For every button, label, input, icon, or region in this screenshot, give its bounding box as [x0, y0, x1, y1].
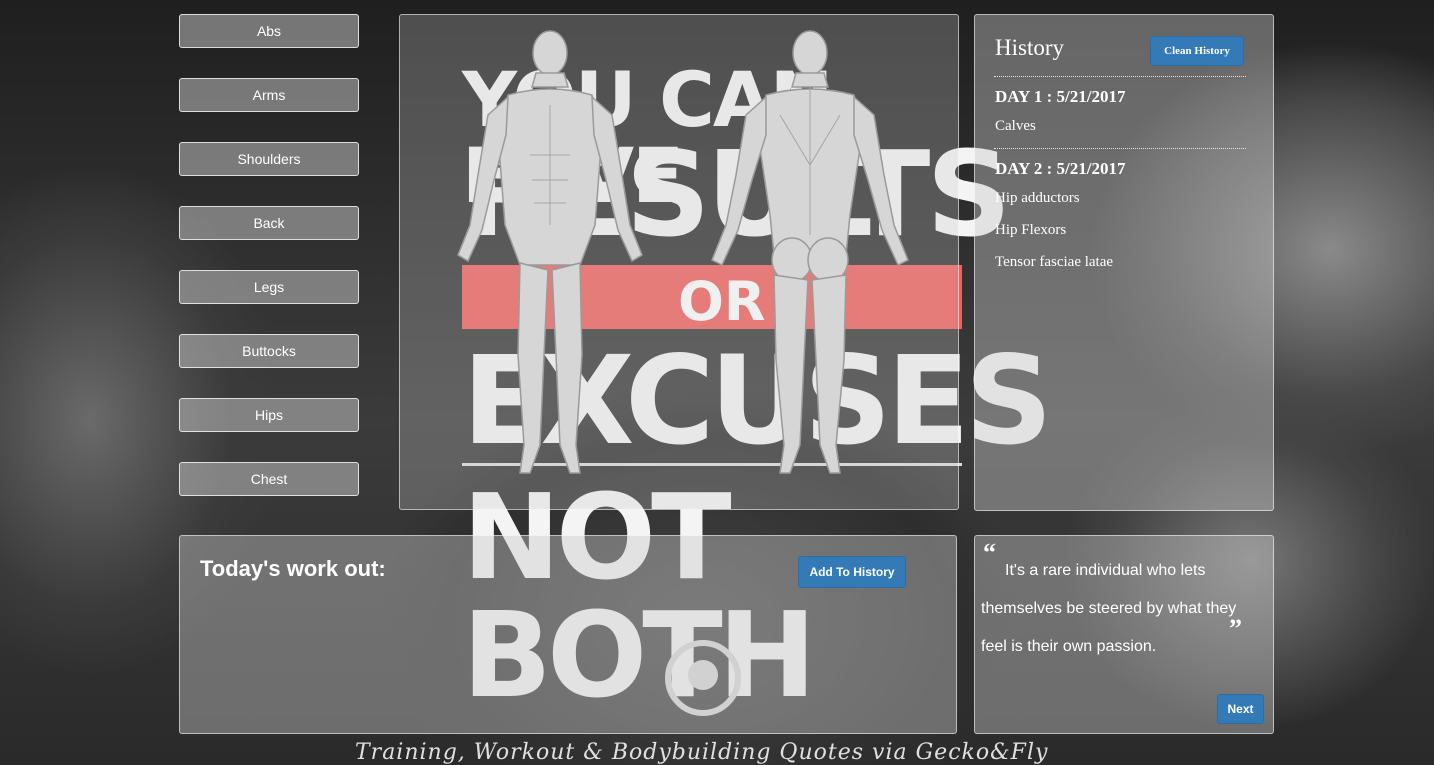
clean-history-button[interactable]: Clean History: [1150, 36, 1244, 66]
history-day-title: DAY 2 : 5/21/2017: [995, 159, 1126, 178]
muscle-button-chest[interactable]: Chest: [179, 462, 359, 496]
divider: [994, 76, 1246, 77]
next-quote-button[interactable]: Next: [1217, 694, 1264, 724]
workout-title: Today's work out:: [200, 556, 386, 581]
divider: [994, 148, 1246, 149]
close-quote-icon: ”: [1229, 614, 1242, 643]
history-title: History: [995, 35, 1064, 60]
anatomy-front-figure[interactable]: [430, 25, 670, 495]
history-day-title: DAY 1 : 5/21/2017: [995, 87, 1126, 106]
muscle-button-shoulders[interactable]: Shoulders: [179, 142, 359, 176]
history-item: Hip Flexors: [995, 222, 1067, 238]
history-panel: History Clean History DAY 1 : 5/21/2017 …: [974, 14, 1274, 511]
history-item: Calves: [995, 118, 1036, 134]
muscle-button-arms[interactable]: Arms: [179, 78, 359, 112]
todays-workout-panel: Today's work out: Add To History: [179, 535, 957, 734]
muscle-button-abs[interactable]: Abs: [179, 14, 359, 48]
history-item: Tensor fasciae latae: [995, 254, 1114, 270]
anatomy-back-figure[interactable]: [690, 25, 930, 495]
muscle-button-back[interactable]: Back: [179, 206, 359, 240]
quote-text: It's a rare individual who lets themselv…: [981, 562, 1237, 655]
muscle-button-hips[interactable]: Hips: [179, 398, 359, 432]
add-to-history-button[interactable]: Add To History: [798, 556, 906, 588]
history-item: Hip adductors: [995, 190, 1080, 206]
muscle-button-buttocks[interactable]: Buttocks: [179, 334, 359, 368]
quote-credit: Training, Workout & Bodybuilding Quotes …: [355, 740, 1049, 765]
quote-panel: “ It's a rare individual who lets themse…: [974, 535, 1274, 734]
anatomy-panel: [399, 14, 959, 510]
muscle-button-legs[interactable]: Legs: [179, 270, 359, 304]
